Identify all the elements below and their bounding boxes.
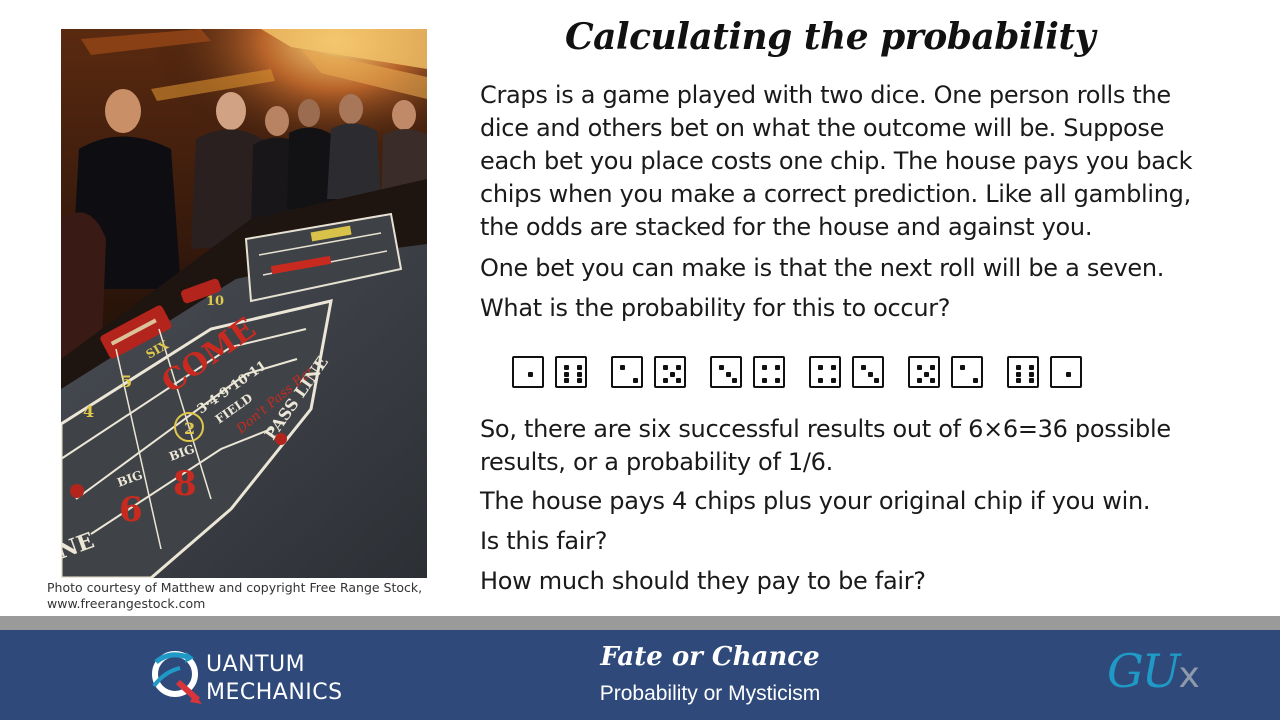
die-face-one-icon: [1050, 356, 1082, 388]
die-pip: [775, 378, 780, 383]
die-face-three-icon: [852, 356, 884, 388]
intro-line: dice and others bet on what the outcome …: [480, 114, 1165, 142]
bet-line: One bet you can make is that the next ro…: [480, 254, 1165, 282]
die-pip: [663, 365, 668, 370]
die-pip: [725, 371, 731, 377]
die-pip: [564, 378, 569, 383]
die-pip: [917, 365, 922, 370]
intro-line: Craps is a game played with two dice. On…: [480, 81, 1171, 109]
die-face-five-icon: [654, 356, 686, 388]
die-pip: [867, 371, 873, 377]
die-pip: [1029, 378, 1034, 383]
result-line: So, there are six successful results out…: [480, 415, 1171, 443]
die-pip: [831, 365, 836, 370]
die-pip: [564, 371, 569, 377]
die-pip: [577, 365, 582, 370]
course-title: Fate or Chance: [600, 642, 820, 672]
payout-paragraph: The house pays 4 chips plus your origina…: [480, 485, 1240, 518]
die-face-two-icon: [611, 356, 643, 388]
die-pip: [818, 378, 823, 383]
die-pip: [1016, 365, 1021, 370]
quantum-mechanics-wordmark: UANTUM MECHANICS: [206, 651, 343, 707]
die-pip: [732, 378, 737, 383]
die-pip: [669, 371, 675, 377]
die-pip: [620, 365, 625, 370]
die-face-six-icon: [555, 356, 587, 388]
die-pip: [762, 378, 767, 383]
gux-logo: GUx: [1107, 644, 1200, 698]
intro-line: each bet you place costs one chip. The h…: [480, 147, 1193, 175]
die-pip: [917, 378, 922, 383]
die-pip: [1029, 365, 1034, 370]
die-pip: [577, 371, 582, 377]
intro-paragraph: Craps is a game played with two dice. On…: [480, 79, 1240, 244]
die-pip: [960, 365, 965, 370]
die-pip: [719, 365, 724, 370]
die-pip: [633, 378, 638, 383]
course-subtitle: Probability or Mysticism: [599, 682, 821, 705]
logo-line-quantum: UANTUM: [206, 652, 306, 677]
die-pip: [831, 378, 836, 383]
die-pip: [1016, 378, 1021, 383]
footer-bar: UANTUM MECHANICS Fate or Chance Probabil…: [0, 630, 1280, 720]
die-pip: [818, 365, 823, 370]
fair-pay-question: How much should they pay to be fair?: [480, 565, 1240, 598]
photo-caption-url: www.freerangestock.com: [47, 596, 206, 611]
die-pip: [930, 365, 935, 370]
die-pip: [861, 365, 866, 370]
die-face-two-icon: [951, 356, 983, 388]
die-pip: [923, 371, 929, 377]
die-pip: [775, 365, 780, 370]
die-face-six-icon: [1007, 356, 1039, 388]
big-eight-number: 8: [173, 464, 197, 504]
fair-pay-line: How much should they pay to be fair?: [480, 567, 926, 595]
die-face-five-icon: [908, 356, 940, 388]
die-pip: [874, 378, 879, 383]
craps-table-photo: COME 3·4·9·10·11 FIELD Don't Pass Bar PA…: [61, 29, 427, 578]
footer-stripe: [0, 616, 1280, 630]
big-six-number: 6: [119, 490, 143, 530]
die-pip: [930, 378, 935, 383]
die-pip: [676, 378, 681, 383]
gux-brand: GU: [1107, 644, 1181, 698]
question-line: What is the probability for this to occu…: [480, 294, 951, 322]
die-pip: [676, 365, 681, 370]
gux-suffix: x: [1178, 655, 1200, 696]
die-face-one-icon: [512, 356, 544, 388]
die-face-four-icon: [809, 356, 841, 388]
die-pip: [577, 378, 582, 383]
die-pip: [663, 378, 668, 383]
payout-line: The house pays 4 chips plus your origina…: [480, 487, 1151, 515]
die-face-four-icon: [753, 356, 785, 388]
fair-question: Is this fair?: [480, 525, 1240, 558]
logo-line-mechanics: MECHANICS: [206, 680, 343, 705]
slide-title: Calculating the probability: [564, 16, 1096, 58]
die-pip: [1016, 371, 1021, 377]
die-pip: [527, 371, 533, 377]
fair-line: Is this fair?: [480, 527, 608, 555]
photo-caption-line: Photo courtesy of Matthew and copyright …: [47, 580, 423, 595]
quantum-mechanics-logo-icon: [150, 648, 204, 706]
number-5-label: 5: [121, 372, 132, 391]
die-pip: [564, 365, 569, 370]
die-pip: [1065, 371, 1071, 377]
result-paragraph: So, there are six successful results out…: [480, 413, 1240, 479]
bet-paragraph: One bet you can make is that the next ro…: [480, 252, 1240, 285]
intro-line: the odds are stacked for the house and a…: [480, 213, 1093, 241]
question-paragraph: What is the probability for this to occu…: [480, 292, 1240, 325]
die-pip: [762, 365, 767, 370]
hardway-label: 2: [184, 419, 195, 438]
intro-line: chips when you make a correct prediction…: [480, 180, 1191, 208]
number-10-label: 10: [206, 294, 224, 309]
die-pip: [973, 378, 978, 383]
die-face-three-icon: [710, 356, 742, 388]
die-pip: [1029, 371, 1034, 377]
result-line: results, or a probability of 1/6.: [480, 448, 833, 476]
photo-caption: Photo courtesy of Matthew and copyright …: [47, 580, 437, 612]
number-4-label: 4: [83, 402, 94, 421]
